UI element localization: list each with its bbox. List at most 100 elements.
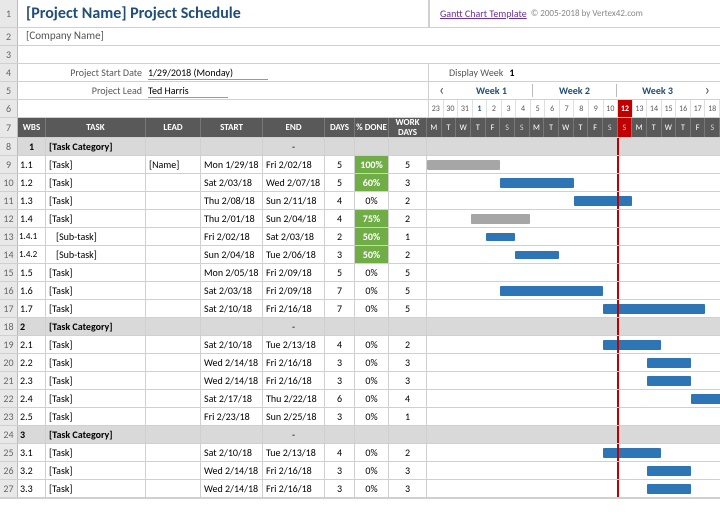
table-row: 19 2.1 [Task] Sat 2/10/18 Tue 2/13/18 4 …: [0, 336, 720, 354]
cell-pct: 0%: [355, 354, 389, 371]
cell-days: 4: [325, 336, 355, 353]
cell-task: [Task]: [46, 408, 146, 425]
cell-days: 4: [325, 444, 355, 461]
dow: W: [662, 118, 677, 137]
cell-end: Sat 2/03/18: [263, 228, 325, 245]
cell-lead: [146, 408, 201, 425]
day-cell: 1: [473, 100, 488, 117]
cell-wbs: 1: [18, 138, 46, 155]
dow: F: [691, 118, 706, 137]
cell-work: 2: [389, 444, 427, 461]
cell-start: Sun 2/04/18: [201, 246, 263, 263]
cell-task: [Sub-task]: [46, 246, 146, 263]
cell-start: Wed 2/14/18: [201, 480, 263, 497]
dow: M: [632, 118, 647, 137]
cell-task: [Task]: [46, 282, 146, 299]
dow: T: [676, 118, 691, 137]
today-line: [617, 444, 619, 461]
dow: S: [603, 118, 618, 137]
day-cell: 8: [574, 100, 589, 117]
row-num: 17: [0, 300, 18, 317]
gantt-bar: [691, 394, 720, 404]
gantt-week-headers: Week 1 Week 2 Week 3: [450, 84, 698, 97]
table-row: 16 1.6 [Task] Sat 2/03/18 Fri 2/09/18 7 …: [0, 282, 720, 300]
cell-start: Thu 2/01/18: [201, 210, 263, 227]
cell-wbs: 1.5: [18, 264, 46, 281]
gantt-bar: [486, 233, 515, 241]
nav-left-arrow[interactable]: ‹: [439, 81, 444, 100]
gantt-bar: [471, 214, 530, 224]
gantt-row-cell: [427, 462, 720, 479]
gantt-bar: [647, 466, 691, 476]
gantt-bar: [427, 160, 500, 170]
cell-task: [Task]: [46, 264, 146, 281]
row-num: 15: [0, 264, 18, 281]
gantt-dow-headers: M T W T F S S M T W T F S S M T W T F S: [427, 118, 720, 137]
gantt-row-cell: [427, 138, 720, 155]
gantt-row-cell: [427, 318, 720, 335]
cell-start: Wed 2/14/18: [201, 372, 263, 389]
project-lead-row: Project Lead Ted Harris: [18, 82, 429, 99]
cell-work: 4: [389, 390, 427, 407]
row-num: 10: [0, 174, 18, 191]
cell-days: 5: [325, 156, 355, 173]
table-row: 20 2.2 [Task] Wed 2/14/18 Fri 2/16/18 3 …: [0, 354, 720, 372]
cell-start: [201, 318, 263, 335]
dow: T: [647, 118, 662, 137]
cell-pct: 60%: [355, 174, 389, 191]
day-cell: 13: [633, 100, 648, 117]
row-num: 16: [0, 282, 18, 299]
cell-wbs: 2.1: [18, 336, 46, 353]
gantt-row-cell: [427, 174, 720, 191]
row-num: 14: [0, 246, 18, 263]
cell-wbs: 1.3: [18, 192, 46, 209]
cell-start: Sat 2/10/18: [201, 300, 263, 317]
cell-days: 4: [325, 210, 355, 227]
today-line: [617, 228, 619, 245]
cell-lead: [146, 390, 201, 407]
cell-days: 3: [325, 354, 355, 371]
today-line: [617, 174, 619, 191]
gantt-bar: [647, 484, 691, 494]
row-num: 11: [0, 192, 18, 209]
gantt-row-cell: [427, 264, 720, 281]
cell-pct: 0%: [355, 192, 389, 209]
nav-right-arrow[interactable]: ›: [705, 81, 710, 100]
cell-end: Fri 2/16/18: [263, 354, 325, 371]
today-line: [617, 354, 619, 371]
cell-task: [Task]: [46, 210, 146, 227]
row-num: 12: [0, 210, 18, 227]
cell-start: Sat 2/03/18: [201, 282, 263, 299]
cell-wbs: 3.1: [18, 444, 46, 461]
cell-wbs: 1.4.1: [18, 228, 46, 245]
day-cell: 3: [502, 100, 517, 117]
cell-start: Sat 2/10/18: [201, 336, 263, 353]
cell-task: [Task]: [46, 372, 146, 389]
dow: T: [574, 118, 589, 137]
cell-pct: 0%: [355, 480, 389, 497]
cell-pct: 75%: [355, 210, 389, 227]
cell-pct: 0%: [355, 390, 389, 407]
cell-lead: [146, 300, 201, 317]
cell-start: Mon 1/29/18: [201, 156, 263, 173]
day-cell: 15: [662, 100, 677, 117]
gantt-row-cell: [427, 192, 720, 209]
cell-pct: 0%: [355, 300, 389, 317]
day-cell: 18: [705, 100, 720, 117]
table-row: 27 3.3 [Task] Wed 2/14/18 Fri 2/16/18 3 …: [0, 480, 720, 498]
cell-end: Fri 2/02/18: [263, 156, 325, 173]
table-row: 22 2.4 [Task] Sat 2/17/18 Thu 2/22/18 6 …: [0, 390, 720, 408]
project-title: [Project Name] Project Schedule: [18, 0, 429, 27]
row-num: 18: [0, 318, 18, 335]
cell-work: 3: [389, 462, 427, 479]
cell-work: 2: [389, 192, 427, 209]
cell-work: 5: [389, 300, 427, 317]
cell-end: Sun 2/11/18: [263, 192, 325, 209]
cell-work: [389, 318, 427, 335]
gantt-row-cell: [427, 354, 720, 371]
cell-work: 2: [389, 246, 427, 263]
cell-days: [325, 138, 355, 155]
col-end-header: END: [263, 118, 325, 137]
cell-start: Thu 2/08/18: [201, 192, 263, 209]
row-num-4: 4: [0, 64, 18, 81]
